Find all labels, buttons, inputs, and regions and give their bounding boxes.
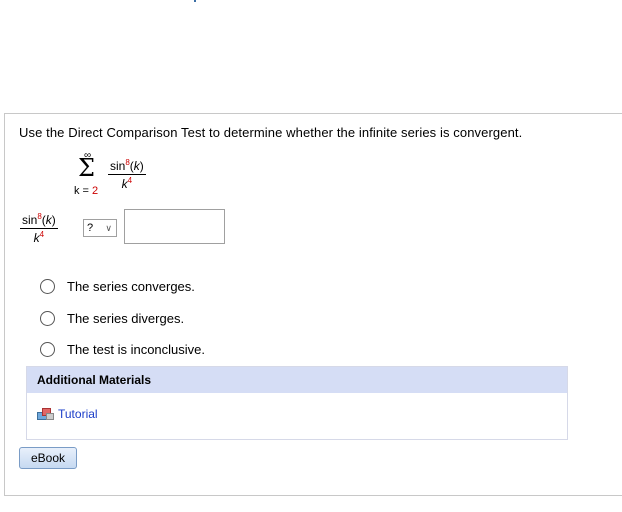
numerator-close: ) [139, 159, 144, 173]
index-eq: = [79, 185, 93, 197]
denominator-power: 4 [127, 176, 133, 185]
cmp-denominator: k4 [20, 229, 58, 245]
series-expression: ∞ Σ k = 2 sin8(k) k4 [70, 150, 180, 202]
choice-converges[interactable]: The series converges. [40, 276, 195, 296]
choice-inconclusive[interactable]: The test is inconclusive. [40, 339, 205, 359]
comparison-select[interactable]: ? ∨ [83, 219, 117, 237]
additional-materials-panel: Additional Materials Tutorial [26, 366, 568, 440]
sigma-symbol: Σ [78, 154, 95, 182]
term-denominator: k4 [108, 175, 146, 191]
series-term: sin8(k) k4 [108, 158, 146, 191]
choice-label: The series converges. [67, 278, 195, 294]
cmp-numerator: sin8(k) [20, 212, 58, 229]
numerator-fn: sin [110, 159, 126, 173]
choice-label: The series diverges. [67, 310, 185, 326]
tutorial-blocks-icon [37, 407, 55, 421]
tutorial-link[interactable]: Tutorial [37, 407, 98, 421]
chevron-down-icon: ∨ [105, 223, 112, 233]
choice-diverges[interactable]: The series diverges. [40, 308, 184, 328]
ebook-button[interactable]: eBook [19, 447, 77, 469]
question-text: Use the Direct Comparison Test to determ… [19, 125, 523, 140]
radio-button[interactable] [40, 341, 55, 357]
cmp-numerator-close: ) [51, 213, 56, 227]
comparison-term: sin8(k) k4 [20, 212, 58, 245]
comparison-select-value: ? [87, 222, 94, 234]
radio-button[interactable] [40, 310, 55, 326]
comparison-answer-input[interactable] [124, 209, 225, 244]
radio-button[interactable] [40, 278, 55, 294]
term-numerator: sin8(k) [108, 158, 146, 175]
page: Use the Direct Comparison Test to determ… [0, 0, 622, 512]
sum-lower-limit: k = 2 [74, 185, 98, 197]
top-dot [194, 0, 196, 2]
index-start: 2 [92, 185, 99, 197]
choice-label: The test is inconclusive. [67, 341, 206, 357]
cmp-denominator-power: 4 [39, 230, 45, 239]
tutorial-label: Tutorial [58, 407, 98, 421]
cmp-numerator-fn: sin [22, 213, 38, 227]
materials-title: Additional Materials [27, 367, 567, 393]
